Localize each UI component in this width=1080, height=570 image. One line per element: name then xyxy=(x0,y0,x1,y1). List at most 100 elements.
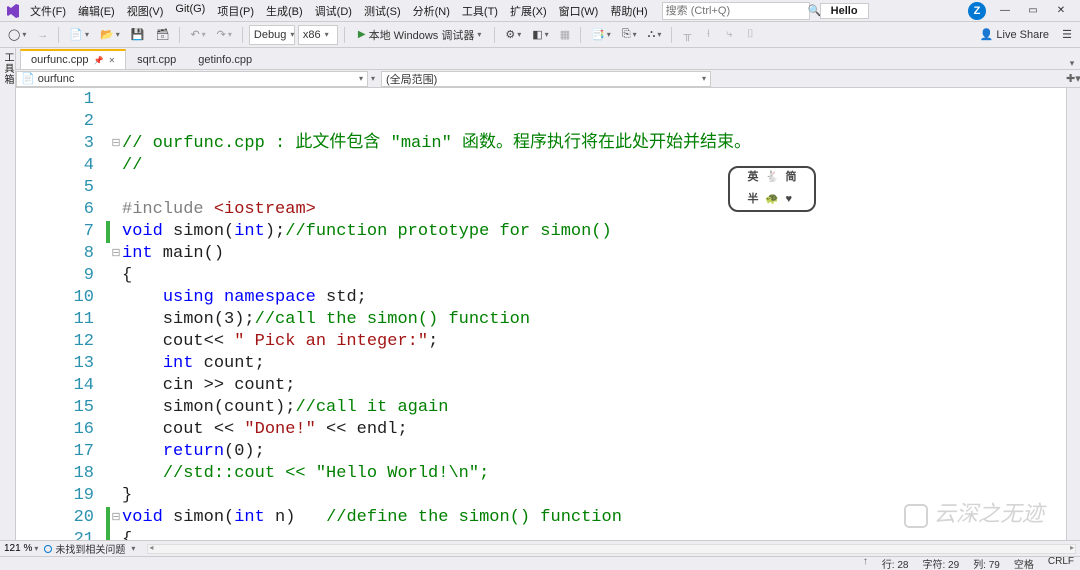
tab-ourfunc-cpp[interactable]: ourfunc.cpp📌✕ xyxy=(20,49,126,69)
file-icon: 📄 xyxy=(21,72,35,85)
code-line[interactable]: void simon(int);//function prototype for… xyxy=(106,221,1066,243)
undo-button[interactable]: ↶ xyxy=(186,25,209,45)
tb-btn-5[interactable]: ⎘ xyxy=(618,25,641,45)
zoom-combo[interactable]: 121 % xyxy=(4,543,38,554)
code-line[interactable]: simon(count);//call it again xyxy=(106,397,1066,419)
minimize-icon[interactable]: — xyxy=(996,2,1014,20)
account-badge[interactable]: Z xyxy=(968,2,986,20)
code-line[interactable]: // xyxy=(106,155,1066,177)
line-number: 10 xyxy=(28,287,94,309)
status-col: 列: 79 xyxy=(973,556,1000,570)
menu-item-帮助h[interactable]: 帮助(H) xyxy=(604,1,653,21)
fold-icon xyxy=(110,287,122,309)
status-indent[interactable]: 空格 xyxy=(1014,556,1034,570)
redo-button[interactable]: ↷ xyxy=(213,25,236,45)
new-file-button[interactable]: 📄 xyxy=(65,25,93,45)
menu-item-生成b[interactable]: 生成(B) xyxy=(260,1,309,21)
scope-combo-1[interactable]: 📄 ourfunc xyxy=(16,71,368,87)
tb-btn-2[interactable]: ◧ xyxy=(528,25,552,45)
code-line[interactable]: simon(3);//call the simon() function xyxy=(106,309,1066,331)
line-number: 21 xyxy=(28,529,94,540)
tb-btn-7[interactable]: ╥ xyxy=(678,25,696,45)
fold-icon[interactable]: ⊟ xyxy=(110,133,122,155)
tab-getinfo-cpp[interactable]: getinfo.cpp xyxy=(187,49,263,69)
horizontal-scrollbar[interactable] xyxy=(147,544,1076,554)
menu-item-编辑e[interactable]: 编辑(E) xyxy=(72,1,121,21)
toolbox-tab[interactable]: 工具箱 xyxy=(0,48,16,540)
tb-btn-8[interactable]: ⟊ xyxy=(699,25,717,45)
start-debug-button[interactable]: ▶ 本地 Windows 调试器 ▾ xyxy=(351,25,488,45)
tb-btn-3[interactable]: ▦ xyxy=(556,25,574,45)
menu-item-视图v[interactable]: 视图(V) xyxy=(121,1,170,21)
wechat-icon xyxy=(904,504,928,528)
code-line[interactable]: { xyxy=(106,529,1066,540)
code-line[interactable]: //std::cout << "Hello World!\n"; xyxy=(106,463,1066,485)
menu-item-项目p[interactable]: 项目(P) xyxy=(211,1,260,21)
menu-item-测试s[interactable]: 测试(S) xyxy=(358,1,407,21)
tb-btn-6[interactable]: ⛬ xyxy=(644,25,666,45)
save-button[interactable]: 💾 xyxy=(127,25,149,45)
fold-icon xyxy=(110,397,122,419)
code-line[interactable]: cout<< " Pick an integer:"; xyxy=(106,331,1066,353)
config-combo[interactable]: Debug xyxy=(249,25,295,45)
fold-icon xyxy=(110,265,122,287)
vertical-scrollbar[interactable] xyxy=(1066,88,1080,540)
arrow-up-icon[interactable]: ↑ xyxy=(863,556,868,570)
line-number: 4 xyxy=(28,155,94,177)
feedback-button[interactable]: ☰ xyxy=(1058,25,1076,45)
no-issues-indicator[interactable]: 未找到相关问题 xyxy=(44,541,125,556)
platform-combo[interactable]: x86 xyxy=(298,25,338,45)
code-line[interactable]: { xyxy=(106,265,1066,287)
code-line[interactable] xyxy=(106,177,1066,199)
fold-icon xyxy=(110,375,122,397)
code-line[interactable]: return(0); xyxy=(106,441,1066,463)
menu-item-文件f[interactable]: 文件(F) xyxy=(24,1,72,21)
save-all-button[interactable]: 🗃 xyxy=(151,25,173,45)
nav-fwd-button[interactable]: → xyxy=(33,25,52,45)
code-line[interactable]: ⊟// ourfunc.cpp : 此文件包含 "main" 函数。程序执行将在… xyxy=(106,133,1066,155)
status-line: 行: 28 xyxy=(882,556,909,570)
vs-logo-icon xyxy=(4,2,22,20)
pin-icon[interactable]: 📌 xyxy=(93,56,103,65)
search-input[interactable] xyxy=(666,5,808,17)
tb-btn-9[interactable]: ⤷ xyxy=(720,25,738,45)
menu-item-工具t[interactable]: 工具(T) xyxy=(456,1,504,21)
code-line[interactable]: ⊟int main() xyxy=(106,243,1066,265)
tb-btn-1[interactable]: ⚙ xyxy=(501,25,525,45)
open-button[interactable]: 📂 xyxy=(96,25,124,45)
scope-combo-2[interactable]: (全局范围) xyxy=(381,71,711,87)
status-eol[interactable]: CRLF xyxy=(1048,556,1074,570)
close-icon[interactable]: ✕ xyxy=(1052,2,1070,20)
fold-icon xyxy=(110,177,122,199)
tb-btn-4[interactable]: 📑 xyxy=(587,25,615,45)
split-view-icon[interactable]: ✚▾ xyxy=(1066,72,1080,85)
code-line[interactable]: using namespace std; xyxy=(106,287,1066,309)
line-number: 2 xyxy=(28,111,94,133)
menu-item-扩展x[interactable]: 扩展(X) xyxy=(504,1,553,21)
menu-search-box[interactable]: 🔍 xyxy=(662,2,810,20)
menu-item-分析n[interactable]: 分析(N) xyxy=(407,1,456,21)
watermark-stamp: 英 🐇 简半 🐢 ♥ xyxy=(728,166,816,212)
maximize-icon[interactable]: ▭ xyxy=(1024,2,1042,20)
hello-button[interactable]: Hello xyxy=(820,3,869,19)
main-toolbar: ◯ → 📄 📂 💾 🗃 ↶ ↷ Debug x86 ▶ 本地 Windows 调… xyxy=(0,22,1080,48)
fold-icon xyxy=(110,529,122,540)
line-number: 18 xyxy=(28,463,94,485)
code-line[interactable]: int count; xyxy=(106,353,1066,375)
code-line[interactable]: cin >> count; xyxy=(106,375,1066,397)
tab-close-icon[interactable]: ✕ xyxy=(108,56,115,65)
fold-icon[interactable]: ⊟ xyxy=(110,243,122,265)
tabs-dropdown-icon[interactable]: ▾ xyxy=(1064,58,1080,69)
code-editor[interactable]: 123456789101112131415161718192021 ⊟// ou… xyxy=(16,88,1080,540)
live-share-button[interactable]: 👤 Live Share xyxy=(974,28,1055,41)
live-share-icon: 👤 xyxy=(980,28,994,41)
nav-back-button[interactable]: ◯ xyxy=(4,25,30,45)
code-line[interactable]: cout << "Done!" << endl; xyxy=(106,419,1066,441)
menu-item-窗口w[interactable]: 窗口(W) xyxy=(553,1,605,21)
tab-sqrt-cpp[interactable]: sqrt.cpp xyxy=(126,49,187,69)
fold-icon[interactable]: ⊟ xyxy=(110,507,122,529)
tb-btn-10[interactable]: ⌷ xyxy=(741,25,759,45)
menu-item-gitg[interactable]: Git(G) xyxy=(169,1,211,21)
menu-item-调试d[interactable]: 调试(D) xyxy=(309,1,358,21)
code-line[interactable]: #include <iostream> xyxy=(106,199,1066,221)
